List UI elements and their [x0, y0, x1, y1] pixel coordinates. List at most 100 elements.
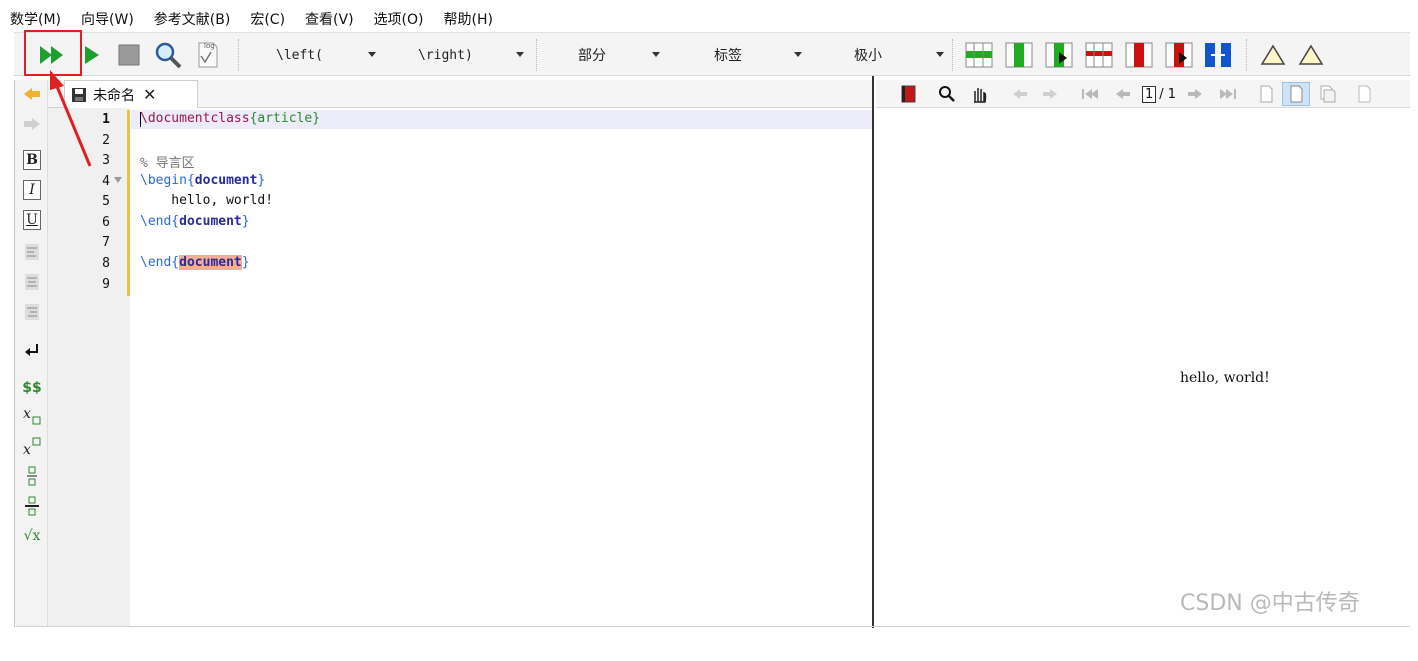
window-bottom-border: [14, 626, 1410, 627]
menu-math[interactable]: 数学(M): [10, 9, 61, 29]
line-number: 1: [102, 112, 110, 127]
label-select[interactable]: 标签: [674, 41, 802, 69]
hand-tool-button[interactable]: [966, 82, 992, 106]
page-number-input[interactable]: 1: [1141, 85, 1157, 103]
table-row-red-icon: [1085, 42, 1113, 68]
sqrt-button[interactable]: √x: [19, 524, 45, 548]
code-token: \end{: [140, 255, 180, 270]
code-line-5: hello, world!: [140, 193, 274, 208]
page-icon: [1260, 85, 1273, 103]
play-icon: [85, 46, 99, 64]
toolbar-separator: [1246, 39, 1247, 71]
line-number: 8: [102, 256, 110, 271]
code-token: \end{: [140, 214, 180, 229]
pane-splitter[interactable]: [872, 76, 874, 628]
log-icon-label: log: [204, 42, 215, 50]
viewer-find-button[interactable]: [934, 82, 960, 106]
table-column-green-icon: [1005, 42, 1033, 68]
toolbar-separator: [238, 39, 239, 71]
page-total-label: / 1: [1159, 86, 1177, 102]
new-line-button[interactable]: [19, 338, 45, 362]
menu-options[interactable]: 选项(O): [374, 9, 424, 29]
warning-previous-button[interactable]: [1258, 41, 1288, 69]
stop-button[interactable]: [114, 41, 144, 69]
editor-tab-bar: 未命名 ✕: [48, 80, 872, 108]
insert-multicolumn-button[interactable]: [1044, 41, 1074, 69]
back-button[interactable]: [19, 82, 45, 106]
superscript-button[interactable]: x: [19, 434, 45, 458]
bold-icon: B: [23, 150, 41, 170]
previous-page-button[interactable]: [1112, 82, 1134, 106]
forward-button[interactable]: [19, 112, 45, 136]
next-page-button[interactable]: [1184, 82, 1206, 106]
viewer-back-button[interactable]: [1008, 82, 1032, 106]
first-page-button[interactable]: [1078, 82, 1102, 106]
align-right-button[interactable]: [19, 300, 45, 324]
fold-toggle-icon[interactable]: [114, 177, 122, 183]
italic-icon: I: [23, 180, 41, 200]
pdf-viewer[interactable]: [876, 108, 1410, 626]
right-delim-select[interactable]: \right): [394, 41, 524, 69]
underline-icon: U: [23, 210, 41, 230]
delete-column-button[interactable]: [1124, 41, 1154, 69]
fit-page-button[interactable]: [1352, 82, 1376, 106]
underline-button[interactable]: U: [19, 208, 45, 232]
code-token: document: [194, 173, 258, 188]
align-center-button[interactable]: [19, 270, 45, 294]
bold-button[interactable]: B: [19, 148, 45, 172]
section-select[interactable]: 部分: [544, 41, 660, 69]
fraction-icon: [27, 466, 37, 486]
subscript-button[interactable]: x: [19, 404, 45, 428]
arrow-left-icon: [24, 88, 40, 100]
magnifier-icon: [155, 42, 182, 69]
fraction-button[interactable]: [19, 464, 45, 488]
last-page-button[interactable]: [1216, 82, 1240, 106]
line-number: 7: [102, 235, 110, 250]
delete-row-button[interactable]: [1084, 41, 1114, 69]
facing-pages-button[interactable]: [1316, 82, 1340, 106]
italic-button[interactable]: I: [19, 178, 45, 202]
compile-button[interactable]: [78, 41, 104, 69]
table-column-arrow-green-icon: [1045, 42, 1073, 68]
double-play-icon: [40, 46, 63, 64]
toolbar-separator: [536, 39, 537, 71]
table-column-arrow-red-icon: [1165, 42, 1193, 68]
insert-column-button[interactable]: [1004, 41, 1034, 69]
align-center-icon: [25, 274, 39, 290]
single-page-button[interactable]: [1254, 82, 1278, 106]
tab-untitled[interactable]: 未命名 ✕: [64, 80, 198, 108]
dfrac-icon: [25, 496, 39, 516]
build-and-view-button[interactable]: [36, 41, 68, 69]
code-line-8: \end{document}: [140, 255, 250, 270]
menu-wizard[interactable]: 向导(W): [81, 9, 134, 29]
page-indicator: 1 / 1: [1136, 82, 1182, 106]
bookmark-button[interactable]: [896, 82, 922, 106]
insert-row-button[interactable]: [964, 41, 994, 69]
menu-view[interactable]: 查看(V): [305, 9, 354, 29]
align-left-icon: [25, 244, 39, 260]
code-token: }: [312, 111, 321, 126]
align-left-button[interactable]: [19, 240, 45, 264]
arrow-right-icon: [1188, 89, 1202, 99]
return-arrow-icon: [25, 344, 38, 356]
size-select[interactable]: 极小: [814, 41, 944, 69]
view-log-button[interactable]: log: [194, 39, 222, 71]
menu-bibliography[interactable]: 参考文献(B): [154, 9, 231, 29]
subscript-icon: x: [23, 406, 41, 425]
inline-math-button[interactable]: $$: [19, 376, 45, 400]
arrow-left-icon: [1116, 89, 1130, 99]
close-icon[interactable]: ✕: [143, 85, 156, 104]
menu-help[interactable]: 帮助(H): [444, 9, 493, 29]
right-delim-value: \right): [418, 47, 473, 63]
left-delim-select[interactable]: \left(: [252, 41, 376, 69]
line-number: 9: [102, 277, 110, 292]
view-pdf-button[interactable]: [152, 39, 184, 71]
continuous-page-button[interactable]: [1282, 82, 1310, 106]
code-token-highlighted: document: [179, 255, 242, 270]
viewer-forward-button[interactable]: [1038, 82, 1062, 106]
delete-multicolumn-button[interactable]: [1164, 41, 1194, 69]
menu-macros[interactable]: 宏(C): [250, 9, 285, 29]
warning-next-button[interactable]: [1296, 41, 1326, 69]
dfrac-button[interactable]: [19, 494, 45, 518]
swap-columns-button[interactable]: [1202, 41, 1234, 69]
